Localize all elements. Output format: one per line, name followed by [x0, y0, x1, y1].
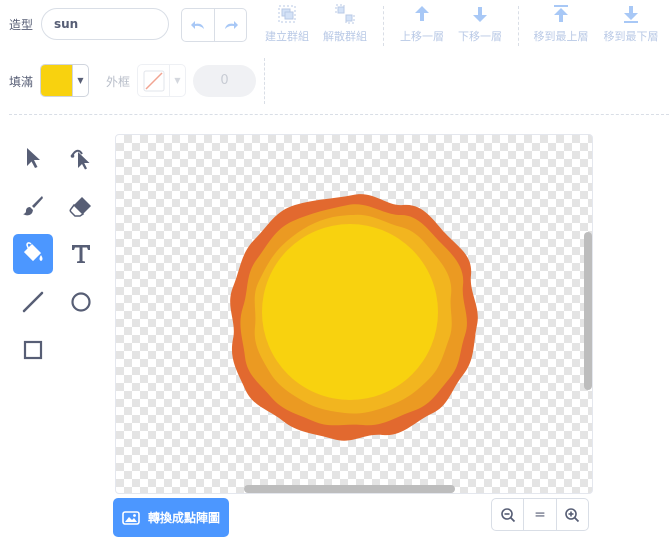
fill-tool[interactable] [13, 234, 53, 274]
paint-bucket-icon [24, 242, 43, 261]
group-label: 建立群組 [265, 30, 309, 43]
outline-color-picker[interactable]: ▼ [137, 64, 186, 97]
forward-button[interactable]: 上移一層 [394, 4, 450, 44]
convert-to-bitmap-label: 轉換成點陣圖 [147, 511, 220, 525]
outline-label: 外框 [106, 75, 131, 89]
backward-label: 下移一層 [458, 30, 502, 43]
undo-button[interactable] [182, 9, 214, 41]
outline-width-input[interactable]: 0 [193, 65, 256, 97]
group-icon [278, 5, 296, 23]
vertical-scrollbar[interactable] [584, 232, 592, 390]
line-icon [22, 291, 44, 313]
toolbar-divider [9, 114, 669, 115]
undo-redo-group [181, 8, 247, 42]
ungroup-label: 解散群組 [323, 30, 367, 43]
backward-button[interactable]: 下移一層 [452, 4, 508, 44]
zoom-in-icon [565, 507, 580, 522]
zoom-reset-button[interactable]: = [523, 499, 555, 530]
costume-label: 造型 [9, 18, 34, 32]
pointer-icon [27, 148, 40, 168]
convert-to-bitmap-button[interactable]: 轉換成點陣圖 [113, 498, 229, 537]
arrow-bottom-icon [624, 6, 638, 23]
front-button[interactable]: 移到最上層 [530, 4, 592, 44]
ungroup-icon [335, 4, 355, 24]
zoom-controls: = [491, 498, 589, 531]
sun-costume-image [230, 194, 478, 441]
arrow-top-icon [554, 5, 568, 22]
chevron-down-icon[interactable]: ▼ [73, 65, 88, 96]
eraser-icon [69, 197, 91, 217]
toolbar-divider [383, 6, 384, 46]
reshape-tool[interactable] [61, 138, 101, 178]
reshape-icon [70, 149, 90, 170]
zoom-out-button[interactable] [492, 499, 523, 530]
back-button[interactable]: 移到最下層 [598, 4, 664, 44]
eraser-tool[interactable] [61, 186, 101, 226]
text-tool[interactable] [61, 234, 101, 274]
toolbar-divider [518, 6, 519, 46]
ungroup-button[interactable]: 解散群組 [317, 4, 373, 44]
no-color-icon [143, 70, 164, 91]
rectangle-icon [23, 340, 43, 360]
paint-canvas[interactable] [115, 134, 593, 494]
group-button[interactable]: 建立群組 [259, 4, 315, 44]
outline-color-swatch[interactable] [138, 65, 170, 96]
rectangle-tool[interactable] [13, 330, 53, 370]
circle-tool[interactable] [61, 282, 101, 322]
select-tool[interactable] [13, 138, 53, 178]
text-icon [72, 245, 90, 263]
forward-label: 上移一層 [400, 30, 444, 43]
arrow-down-icon [473, 7, 487, 22]
costume-name-input[interactable]: sun [41, 8, 169, 40]
arrow-up-icon [415, 6, 429, 21]
chevron-down-icon[interactable]: ▼ [170, 65, 185, 96]
fill-color-swatch[interactable] [41, 65, 73, 96]
redo-button[interactable] [214, 9, 246, 41]
fill-label: 填滿 [9, 75, 34, 89]
back-label: 移到最下層 [603, 30, 659, 43]
brush-tool[interactable] [13, 186, 53, 226]
circle-icon [71, 292, 91, 312]
front-label: 移到最上層 [533, 30, 589, 43]
undo-icon [191, 21, 204, 29]
zoom-out-icon [500, 507, 515, 522]
horizontal-scrollbar[interactable] [244, 485, 455, 493]
fill-color-picker[interactable]: ▼ [40, 64, 89, 97]
zoom-in-button[interactable] [555, 499, 588, 530]
image-icon [122, 510, 140, 525]
brush-icon [23, 196, 43, 216]
toolbar-divider [264, 58, 265, 104]
redo-icon [224, 21, 238, 29]
line-tool[interactable] [13, 282, 53, 322]
